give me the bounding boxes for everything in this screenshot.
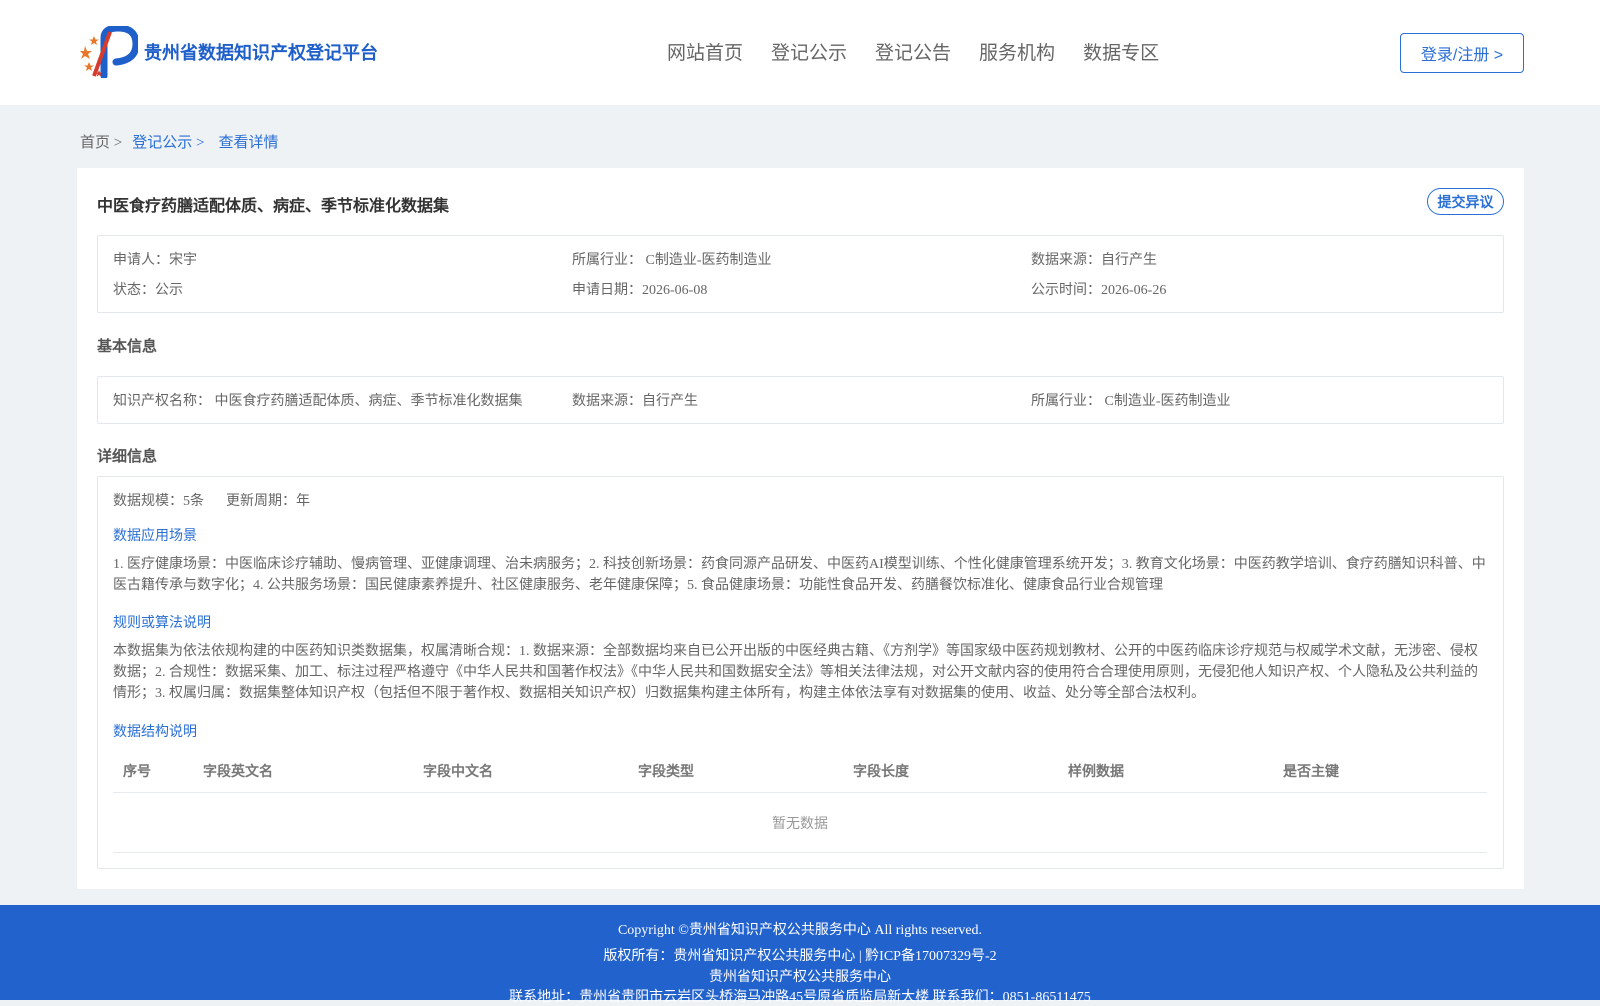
logo-emblem-icon: [80, 24, 140, 80]
basic-source-value: 数据来源：自行产生: [572, 394, 698, 409]
main-nav: 网站首页 登记公示 登记公告 服务机构 数据专区: [667, 38, 1187, 65]
summary-row: 状态：公示 申请日期：2026-06-08 公示时间：2026-06-26: [113, 279, 1490, 299]
apply-date-value: 申请日期：2026-06-08: [572, 283, 708, 298]
site-header: 贵州省数据知识产权登记平台 网站首页 登记公示 登记公告 服务机构 数据专区 登…: [0, 0, 1600, 105]
nav-item-registration-publicity[interactable]: 登记公示: [771, 38, 847, 65]
column-header-chinese-name: 字段中文名: [423, 763, 493, 779]
basic-info-box: 知识产权名称： 中医食疗药膳适配体质、病症、季节标准化数据集 数据来源：自行产生…: [97, 376, 1504, 424]
detail-info-box: 数据规模：5条 更新周期：年 数据应用场景 1. 医疗健康场景：中医临床诊疗辅助…: [97, 476, 1504, 869]
logo-title: 贵州省数据知识产权登记平台: [144, 43, 378, 63]
table-empty-state: 暂无数据: [113, 793, 1487, 853]
nav-item-data-zone[interactable]: 数据专区: [1083, 38, 1159, 65]
column-header-english-name: 字段英文名: [203, 763, 273, 779]
scenario-heading: 数据应用场景: [113, 529, 197, 544]
detail-panel: 中医食疗药膳适配体质、病症、季节标准化数据集 提交异议 申请人：宋宇 所属行业：…: [77, 168, 1524, 889]
basic-info-row: 知识产权名称： 中医食疗药膳适配体质、病症、季节标准化数据集 数据来源：自行产生…: [113, 390, 1490, 410]
basic-industry-value: 所属行业： C制造业-医药制造业: [1031, 394, 1231, 409]
applicant-value: 申请人：宋宇: [113, 253, 197, 268]
update-cycle-value: 更新周期：年: [226, 494, 310, 509]
publish-time-value: 公示时间：2026-06-26: [1031, 283, 1167, 298]
structure-table-header: 序号 字段英文名 字段中文名 字段类型 字段长度 样例数据 是否主键: [113, 751, 1487, 793]
status-value: 状态：公示: [113, 283, 183, 298]
column-header-field-type: 字段类型: [638, 763, 694, 779]
nav-item-service-agencies[interactable]: 服务机构: [979, 38, 1055, 65]
structure-heading: 数据结构说明: [113, 725, 197, 740]
industry-value: 所属行业： C制造业-医药制造业: [572, 253, 772, 268]
footer-rights: 版权所有：贵州省知识产权公共服务中心 | 黔ICP备17007329号-2: [603, 949, 997, 964]
column-header-field-length: 字段长度: [853, 763, 909, 779]
rules-heading: 规则或算法说明: [113, 616, 211, 631]
summary-row: 申请人：宋宇 所属行业： C制造业-医药制造业 数据来源：自行产生: [113, 249, 1490, 269]
breadcrumb-home[interactable]: 首页 >: [80, 131, 122, 152]
breadcrumb-current: 查看详情: [218, 135, 279, 151]
site-footer: Copyright ©贵州省知识产权公共服务中心 All rights rese…: [0, 905, 1600, 1005]
breadcrumb-parent[interactable]: 登记公示 >: [132, 131, 204, 152]
footer-address: 联系地址：贵州省贵阳市云岩区头桥海马冲路45号原省质监局新大楼 联系我们：085…: [509, 990, 1091, 1005]
column-header-index: 序号: [123, 763, 151, 779]
scale-row: 数据规模：5条 更新周期：年: [113, 490, 310, 510]
data-scale-value: 数据规模：5条: [113, 494, 204, 509]
data-source-value: 数据来源：自行产生: [1031, 253, 1157, 268]
basic-info-heading: 基本信息: [97, 338, 158, 355]
nav-item-home[interactable]: 网站首页: [667, 38, 743, 65]
nav-item-registration-announcement[interactable]: 登记公告: [875, 38, 951, 65]
ip-name-value: 知识产权名称： 中医食疗药膳适配体质、病症、季节标准化数据集: [113, 394, 523, 409]
column-header-primary-key: 是否主键: [1283, 763, 1339, 779]
rules-text: 本数据集为依法依规构建的中医药知识类数据集，权属清晰合规：1. 数据来源：全部数…: [113, 644, 1478, 701]
site-logo[interactable]: 贵州省数据知识产权登记平台: [80, 24, 378, 80]
page-title: 中医食疗药膳适配体质、病症、季节标准化数据集: [97, 198, 450, 215]
submit-objection-button[interactable]: 提交异议: [1427, 188, 1504, 215]
scenario-text: 1. 医疗健康场景：中医临床诊疗辅助、慢病管理、亚健康调理、治未病服务；2. 科…: [113, 557, 1486, 593]
login-register-button[interactable]: 登录/注册 >: [1400, 33, 1524, 73]
detail-info-heading: 详细信息: [97, 448, 158, 465]
footer-copyright: Copyright ©贵州省知识产权公共服务中心 All rights rese…: [617, 923, 983, 938]
summary-box: 申请人：宋宇 所属行业： C制造业-医药制造业 数据来源：自行产生 状态：公示 …: [97, 235, 1504, 313]
breadcrumb: 首页 > 登记公示 > 查看详情: [80, 131, 278, 152]
column-header-sample-data: 样例数据: [1068, 763, 1124, 779]
footer-org: 贵州省知识产权公共服务中心: [709, 970, 891, 985]
